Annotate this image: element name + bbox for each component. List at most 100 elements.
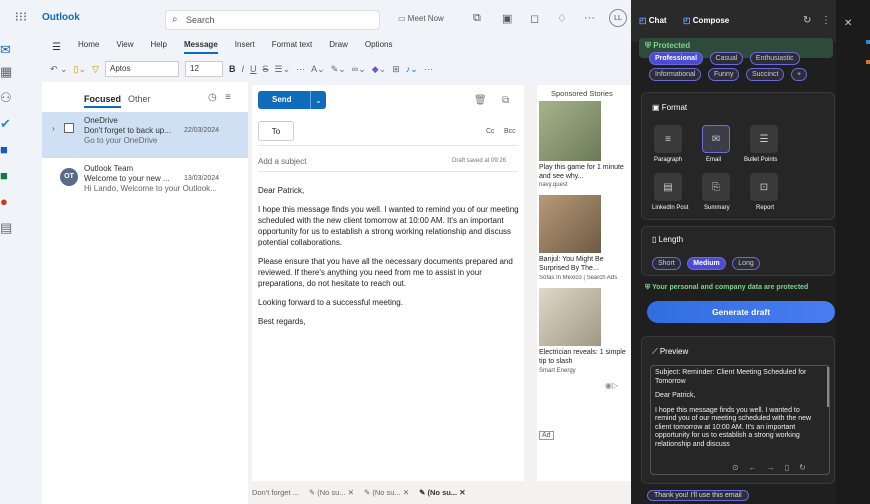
tab-draw[interactable]: Draw (329, 40, 348, 54)
preview-text[interactable]: Subject: Reminder: Client Meeting Schedu… (650, 365, 830, 475)
tab-format-text[interactable]: Format text (272, 40, 312, 54)
excel-icon[interactable]: ■ (0, 168, 42, 190)
discard-icon[interactable]: 🗑 (474, 95, 487, 106)
paragraph-format-button[interactable]: ≡ (654, 125, 682, 153)
table-icon[interactable]: ⊞ (392, 64, 400, 75)
ad-caption[interactable]: Banjul: You Might Be Surprised By The... (539, 255, 629, 273)
popout-icon[interactable]: ⧉ (502, 95, 509, 106)
close-icon[interactable]: ✕ (459, 488, 465, 497)
send-options-chevron-icon[interactable]: ⌄ (310, 91, 326, 109)
font-size-select[interactable]: 12 (185, 61, 224, 77)
other-tab[interactable]: Other (128, 94, 151, 104)
feedback-icon[interactable]: ◻ (530, 12, 539, 25)
close-icon[interactable]: ✕ (403, 488, 409, 497)
tone-enthusiastic[interactable]: Enthusiastic (749, 52, 800, 65)
strikethrough-icon[interactable]: S (263, 64, 269, 74)
ad-image[interactable] (539, 288, 601, 346)
mail-icon[interactable]: ✉ (0, 42, 42, 64)
regenerate-icon[interactable]: ↻ (799, 463, 806, 472)
tone-informational[interactable]: Informational (649, 68, 702, 81)
list-icon[interactable]: ☰⌄ (275, 64, 291, 75)
tone-professional[interactable]: Professional (649, 52, 704, 65)
expand-chevron-icon[interactable]: › (52, 124, 55, 134)
summary-format-button[interactable]: ⎘ (702, 173, 730, 201)
undo-icon[interactable]: ↶ ⌄ (50, 64, 68, 75)
overflow-icon[interactable]: ··· (424, 64, 433, 74)
powerpoint-icon[interactable]: ● (0, 194, 42, 216)
todo-icon[interactable]: ✔ (0, 116, 42, 138)
copilot-ribbon-icon[interactable]: ◆⌄ (372, 64, 386, 75)
cc-button[interactable]: Cc (486, 128, 495, 135)
underline-icon[interactable]: U (250, 64, 257, 74)
people-icon[interactable]: ⚇ (0, 90, 42, 112)
linkedin-format-button[interactable]: ▤ (654, 173, 682, 201)
word-icon[interactable]: ■ (0, 142, 42, 164)
message-body[interactable]: Dear Patrick, I hope this message finds … (258, 185, 520, 335)
subject-field[interactable]: Add a subject (258, 157, 306, 166)
draft-tab[interactable]: ✎ (No su... ✕ (419, 488, 465, 502)
chat-tab[interactable]: ◰ Chat (639, 16, 667, 25)
tone-funny[interactable]: Funny (707, 68, 740, 81)
copy-icon[interactable]: ▯ (785, 463, 789, 472)
send-button[interactable]: Send ⌄ (258, 91, 326, 109)
bold-icon[interactable]: B (229, 64, 236, 74)
ad-image[interactable] (539, 195, 601, 253)
font-name-select[interactable]: Aptos (105, 61, 180, 77)
length-medium[interactable]: Medium (687, 257, 726, 270)
focused-tab[interactable]: Focused (84, 94, 122, 108)
report-format-button[interactable]: ⊡ (750, 173, 778, 201)
clipboard-icon[interactable]: ▯⌄ (74, 64, 87, 75)
draft-tab[interactable]: ✎ (No su... ✕ (309, 488, 354, 502)
search-input[interactable]: ⌕ Search (165, 10, 380, 30)
compose-tab[interactable]: ◰ Compose (683, 16, 729, 25)
tab-message[interactable]: Message (183, 40, 218, 54)
email-format-button[interactable]: ✉ (702, 125, 730, 153)
teams-icon[interactable]: ⧉ (473, 12, 481, 25)
avatar[interactable]: LL (609, 9, 627, 27)
length-long[interactable]: Long (732, 257, 760, 270)
highlight-icon[interactable]: ✎⌄ (331, 64, 346, 75)
dictate-icon[interactable]: ♪⌄ (406, 64, 418, 75)
back-arrow-icon[interactable]: ← (749, 463, 757, 472)
ad-caption[interactable]: Play this game for 1 minute and see why.… (539, 163, 629, 181)
link-icon[interactable]: ∞⌄ (352, 64, 366, 75)
tone-succinct[interactable]: Succinct (745, 68, 785, 81)
bell-icon[interactable]: ♢ (557, 12, 567, 25)
apps-icon[interactable]: ▤ (0, 220, 42, 242)
tab-insert[interactable]: Insert (235, 40, 255, 54)
tab-help[interactable]: Help (151, 40, 167, 54)
italic-icon[interactable]: I (242, 64, 245, 74)
close-icon[interactable]: ✕ (844, 18, 852, 29)
list-item[interactable]: › OneDrive Don't forget to back up... Go… (42, 112, 248, 158)
more-format-icon[interactable]: ··· (296, 64, 305, 74)
styles-icon[interactable]: A⌄ (311, 64, 325, 75)
draft-tab[interactable]: ✎ (No su... ✕ (364, 488, 409, 502)
draft-tab[interactable]: Don't forget ... (252, 488, 299, 502)
add-tone-button[interactable]: + (790, 68, 808, 81)
list-item[interactable]: OT Outlook Team Welcome to your new ... … (42, 160, 248, 206)
ad-image[interactable] (539, 101, 601, 161)
format-painter-icon[interactable]: ▽ (92, 64, 99, 75)
ad-caption[interactable]: Electrician reveals: 1 simple tip to sla… (539, 348, 629, 366)
bcc-button[interactable]: Bcc (504, 128, 516, 135)
filter-icon[interactable]: ◷ (208, 92, 217, 103)
select-checkbox[interactable] (64, 123, 74, 133)
forward-arrow-icon[interactable]: → (767, 463, 775, 472)
to-button[interactable]: To (258, 121, 294, 141)
app-launcher-icon[interactable]: ⁝⁝⁝ (12, 8, 30, 26)
sort-icon[interactable]: ≡ (225, 92, 231, 103)
meet-now-button[interactable]: ▭ Meet Now (398, 14, 444, 23)
tab-home[interactable]: Home (78, 40, 99, 54)
scrollbar[interactable] (827, 367, 829, 407)
length-short[interactable]: Short (652, 257, 681, 270)
use-email-button[interactable]: Thank you! I'll use this email (647, 490, 749, 501)
bullet-points-format-button[interactable]: ☰ (750, 125, 778, 153)
close-icon[interactable]: ✕ (348, 488, 354, 497)
more-vertical-icon[interactable]: ⋮ (821, 15, 831, 26)
tab-view[interactable]: View (116, 40, 133, 54)
notes-icon[interactable]: ▣ (502, 12, 512, 25)
more-icon[interactable]: ··· (584, 12, 595, 24)
generate-draft-button[interactable]: Generate draft (647, 301, 835, 323)
ribbon-menu-icon[interactable]: ☰ (52, 40, 61, 54)
tone-casual[interactable]: Casual (709, 52, 744, 65)
